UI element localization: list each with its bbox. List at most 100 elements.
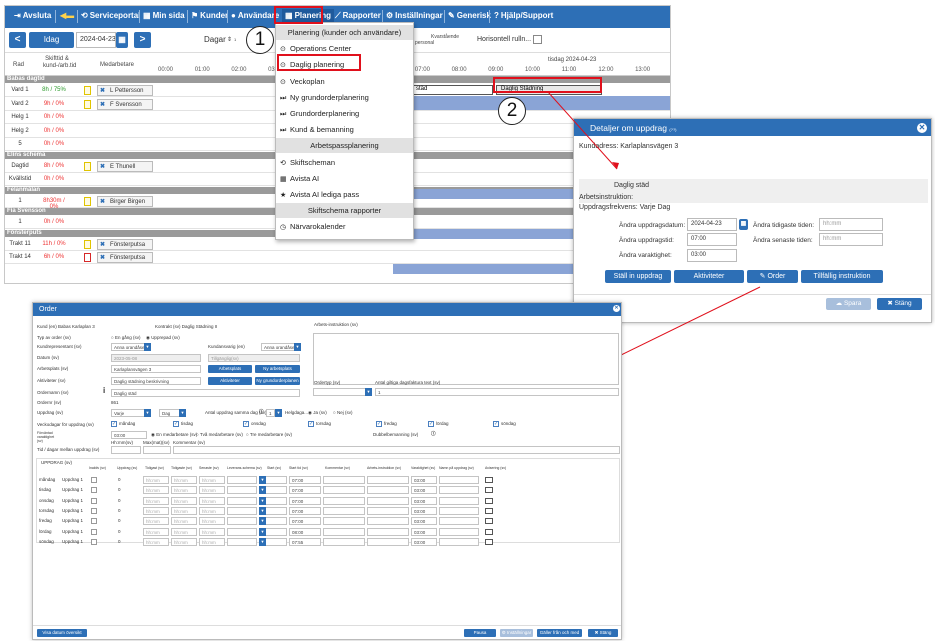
inaktiv-checkbox[interactable] <box>91 538 97 545</box>
weekday-checkbox[interactable]: ✓ torsdag <box>308 421 331 427</box>
chevron-down-icon[interactable]: ▼ <box>259 537 266 546</box>
instruktion-cell[interactable] <box>367 506 409 515</box>
time-input[interactable]: hh:mm <box>199 527 225 536</box>
typ-radio-1[interactable]: ○ En gång (sv) <box>111 335 140 340</box>
start-time-input[interactable]: 08:00 <box>289 527 321 536</box>
leverans-select[interactable] <box>227 476 257 484</box>
weekday-checkbox[interactable]: ✓ onsdag <box>243 421 266 427</box>
start-time-input[interactable]: 07:00 <box>289 496 321 505</box>
kommentar-cell[interactable] <box>323 517 365 526</box>
inaktiv-checkbox[interactable] <box>91 477 97 483</box>
namn-cell[interactable] <box>439 517 479 526</box>
datum-input[interactable]: 2023-05-08 <box>111 354 201 362</box>
leverans-select[interactable] <box>227 527 257 536</box>
time-input[interactable]: hh:mm <box>143 486 169 495</box>
typ-radio-2[interactable]: ◉ Upprepad (sv) <box>146 335 180 341</box>
antal-uppdrag-input[interactable]: 1 <box>266 409 275 417</box>
antal-giltiga-input[interactable]: 1 <box>375 388 619 396</box>
chevron-down-icon[interactable]: ▼ <box>259 476 266 484</box>
pausa-button[interactable]: Pausa <box>464 629 496 637</box>
instruktion-cell[interactable] <box>367 517 409 526</box>
time-input[interactable]: hh:mm <box>171 537 197 546</box>
inaktiv-checkbox[interactable] <box>91 518 97 525</box>
instruktion-cell[interactable] <box>367 486 409 495</box>
medarb-radio-1[interactable]: ◉ En medarbetare (sv) <box>151 432 197 438</box>
mail-icon[interactable] <box>485 528 493 535</box>
info-icon[interactable]: ⓘ <box>431 431 436 437</box>
instruktion-cell[interactable] <box>367 476 409 484</box>
start-time-input[interactable]: 07:00 <box>289 506 321 515</box>
leverans-select[interactable] <box>227 486 257 495</box>
mail-icon[interactable] <box>485 497 493 504</box>
mail-icon[interactable] <box>485 477 493 483</box>
chevron-down-icon[interactable]: ▼ <box>259 506 266 515</box>
weekday-checkbox[interactable]: ✓ tisdag <box>173 421 193 427</box>
info-icon[interactable]: i <box>103 386 105 395</box>
kommentar-cell[interactable] <box>323 537 365 546</box>
weekday-checkbox[interactable]: ✓ måndag <box>111 421 135 427</box>
ja-radio[interactable]: ◉ Ja (sv) <box>308 410 327 416</box>
varaktighet-input[interactable]: 03:00 <box>411 486 437 495</box>
namn-cell[interactable] <box>439 537 479 546</box>
time-input[interactable]: hh:mm <box>171 476 197 484</box>
namn-cell[interactable] <box>439 496 479 505</box>
close-icon[interactable]: ✕ <box>613 305 620 312</box>
stang-order-button[interactable]: ✖ Stäng <box>588 629 618 637</box>
info-icon[interactable]: ⓘ <box>259 409 264 415</box>
time-input[interactable]: hh:mm <box>199 506 225 515</box>
tillganglig-input[interactable]: Tillgänglig(sv) <box>208 354 300 362</box>
time-input[interactable]: hh:mm <box>171 496 197 505</box>
mail-icon[interactable] <box>485 538 493 545</box>
visa-datum-button[interactable]: Visa datum översikt <box>37 629 87 637</box>
time-input[interactable]: hh:mm <box>171 517 197 526</box>
ordernamn-input[interactable]: Daglig städ <box>111 389 300 397</box>
galler-fran-button[interactable]: Gäller från och med <box>537 629 582 637</box>
time-input[interactable]: hh:mm <box>199 496 225 505</box>
inaktiv-checkbox[interactable] <box>91 497 97 504</box>
time-input[interactable]: hh:mm <box>143 527 169 536</box>
chevron-down-icon[interactable]: ▼ <box>259 527 266 536</box>
chevron-down-icon[interactable]: ▼ <box>259 517 266 526</box>
start-time-input[interactable]: 07:00 <box>289 517 321 526</box>
aktiviteter-input[interactable]: Daglig städning beskrivning <box>111 377 201 385</box>
namn-cell[interactable] <box>439 486 479 495</box>
time-input[interactable]: hh:mm <box>143 496 169 505</box>
chevron-down-icon[interactable]: ▼ <box>365 388 372 396</box>
arbetsplats-button[interactable]: Arbetsplats <box>208 365 252 373</box>
kommentar-cell[interactable] <box>323 506 365 515</box>
time-input[interactable]: hh:mm <box>143 537 169 546</box>
time-input[interactable]: hh:mm <box>143 506 169 515</box>
leverans-select[interactable] <box>227 506 257 515</box>
chevron-down-icon[interactable]: ▼ <box>275 409 282 417</box>
nej-radio[interactable]: ○ Nej (sv) <box>333 410 352 415</box>
kommentar-input[interactable] <box>173 446 620 454</box>
inaktiv-checkbox[interactable] <box>91 528 97 535</box>
installningar-button[interactable]: ⚙ Inställningar <box>500 629 533 637</box>
ny-grundorder-button[interactable]: Ny grundorderplanen <box>255 377 300 385</box>
kommentar-cell[interactable] <box>323 486 365 495</box>
mail-icon[interactable] <box>485 518 493 525</box>
instruktion-textarea[interactable] <box>313 333 619 385</box>
inaktiv-checkbox[interactable] <box>91 487 97 494</box>
time-input[interactable]: hh:mm <box>171 527 197 536</box>
arbetsplats-input[interactable]: Karlaplansvägen 3 <box>111 365 201 373</box>
chevron-down-icon[interactable]: ▼ <box>144 343 151 351</box>
namn-cell[interactable] <box>439 527 479 536</box>
time-input[interactable]: hh:mm <box>199 517 225 526</box>
chevron-down-icon[interactable]: ▼ <box>179 409 186 417</box>
weekday-checkbox[interactable]: ✓ fredag <box>376 421 397 427</box>
time-input[interactable]: hh:mm <box>199 537 225 546</box>
kommentar-cell[interactable] <box>323 476 365 484</box>
ny-arbetsplats-button[interactable]: Ny arbetsplats <box>255 365 300 373</box>
instruktion-cell[interactable] <box>367 537 409 546</box>
instruktion-cell[interactable] <box>367 496 409 505</box>
start-time-input[interactable]: 07:55 <box>289 537 321 546</box>
chevron-down-icon[interactable]: ▼ <box>294 343 301 351</box>
time-input[interactable]: hh:mm <box>171 506 197 515</box>
varaktighet-input[interactable]: 03:00 <box>411 537 437 546</box>
leverans-select[interactable] <box>227 537 257 546</box>
weekday-checkbox[interactable]: ✓ söndag <box>493 421 516 427</box>
chevron-down-icon[interactable]: ▼ <box>259 496 266 505</box>
weekday-checkbox[interactable]: ✓ lördag <box>428 421 449 427</box>
time-input[interactable]: hh:mm <box>143 476 169 484</box>
